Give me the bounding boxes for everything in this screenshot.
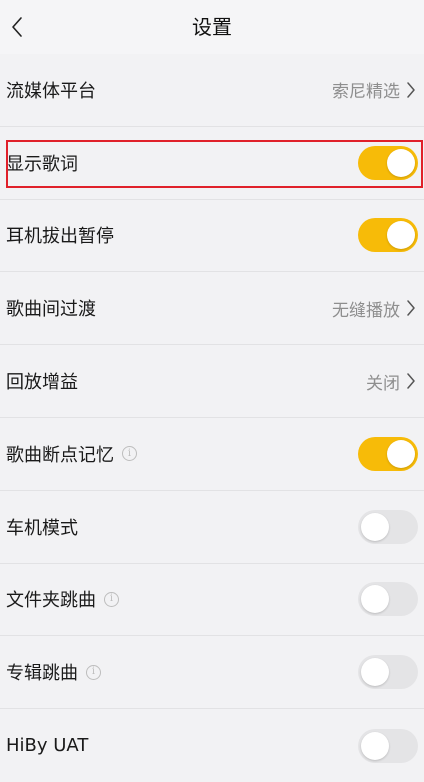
chevron-right-icon bbox=[407, 373, 415, 389]
setting-label: 车机模式 bbox=[6, 517, 78, 539]
chevron-right-icon bbox=[407, 82, 415, 98]
setting-value: 无缝播放 bbox=[332, 300, 400, 321]
setting-folder-skip: 文件夹跳曲 i bbox=[0, 564, 424, 637]
toggle-knob bbox=[361, 585, 389, 614]
setting-label: 文件夹跳曲 bbox=[6, 590, 96, 612]
car-mode-toggle[interactable] bbox=[358, 509, 418, 544]
page-title: 设置 bbox=[192, 15, 232, 39]
highlight-box bbox=[6, 140, 423, 188]
setting-label: 歌曲间过渡 bbox=[6, 299, 96, 321]
toggle-knob bbox=[361, 512, 389, 541]
hiby-uat-toggle[interactable] bbox=[358, 728, 418, 763]
setting-replay-gain[interactable]: 回放增益 关闭 bbox=[0, 345, 424, 418]
toggle-knob bbox=[361, 731, 389, 760]
setting-label: 流媒体平台 bbox=[6, 80, 96, 102]
header: 设置 bbox=[0, 0, 424, 54]
chevron-right-icon bbox=[407, 300, 415, 317]
setting-label: 专辑跳曲 bbox=[6, 663, 78, 685]
pause-on-unplug-toggle[interactable] bbox=[358, 218, 418, 253]
setting-pause-on-unplug: 耳机拔出暂停 bbox=[0, 200, 424, 273]
folder-skip-toggle[interactable] bbox=[358, 582, 418, 617]
setting-value: 索尼精选 bbox=[332, 82, 400, 103]
info-icon[interactable]: i bbox=[104, 591, 119, 607]
setting-hiby-uat: HiBy UAT bbox=[0, 709, 424, 782]
setting-label: 回放增益 bbox=[6, 372, 78, 394]
toggle-knob bbox=[387, 221, 415, 250]
setting-streaming-platform[interactable]: 流媒体平台 索尼精选 bbox=[0, 54, 424, 127]
setting-car-mode: 车机模式 bbox=[0, 491, 424, 564]
toggle-knob bbox=[387, 439, 415, 468]
setting-label: HiBy UAT bbox=[6, 735, 89, 757]
toggle-knob bbox=[361, 658, 389, 687]
setting-resume-playback: 歌曲断点记忆 i bbox=[0, 418, 424, 491]
info-icon[interactable]: i bbox=[86, 664, 101, 680]
setting-value: 关闭 bbox=[366, 373, 400, 394]
info-icon[interactable]: i bbox=[122, 446, 137, 462]
album-skip-toggle[interactable] bbox=[358, 655, 418, 690]
resume-playback-toggle[interactable] bbox=[358, 436, 418, 471]
setting-label: 耳机拔出暂停 bbox=[6, 226, 114, 248]
setting-label: 歌曲断点记忆 bbox=[6, 444, 114, 466]
setting-album-skip: 专辑跳曲 i bbox=[0, 636, 424, 710]
setting-track-transition[interactable]: 歌曲间过渡 无缝播放 bbox=[0, 272, 424, 346]
